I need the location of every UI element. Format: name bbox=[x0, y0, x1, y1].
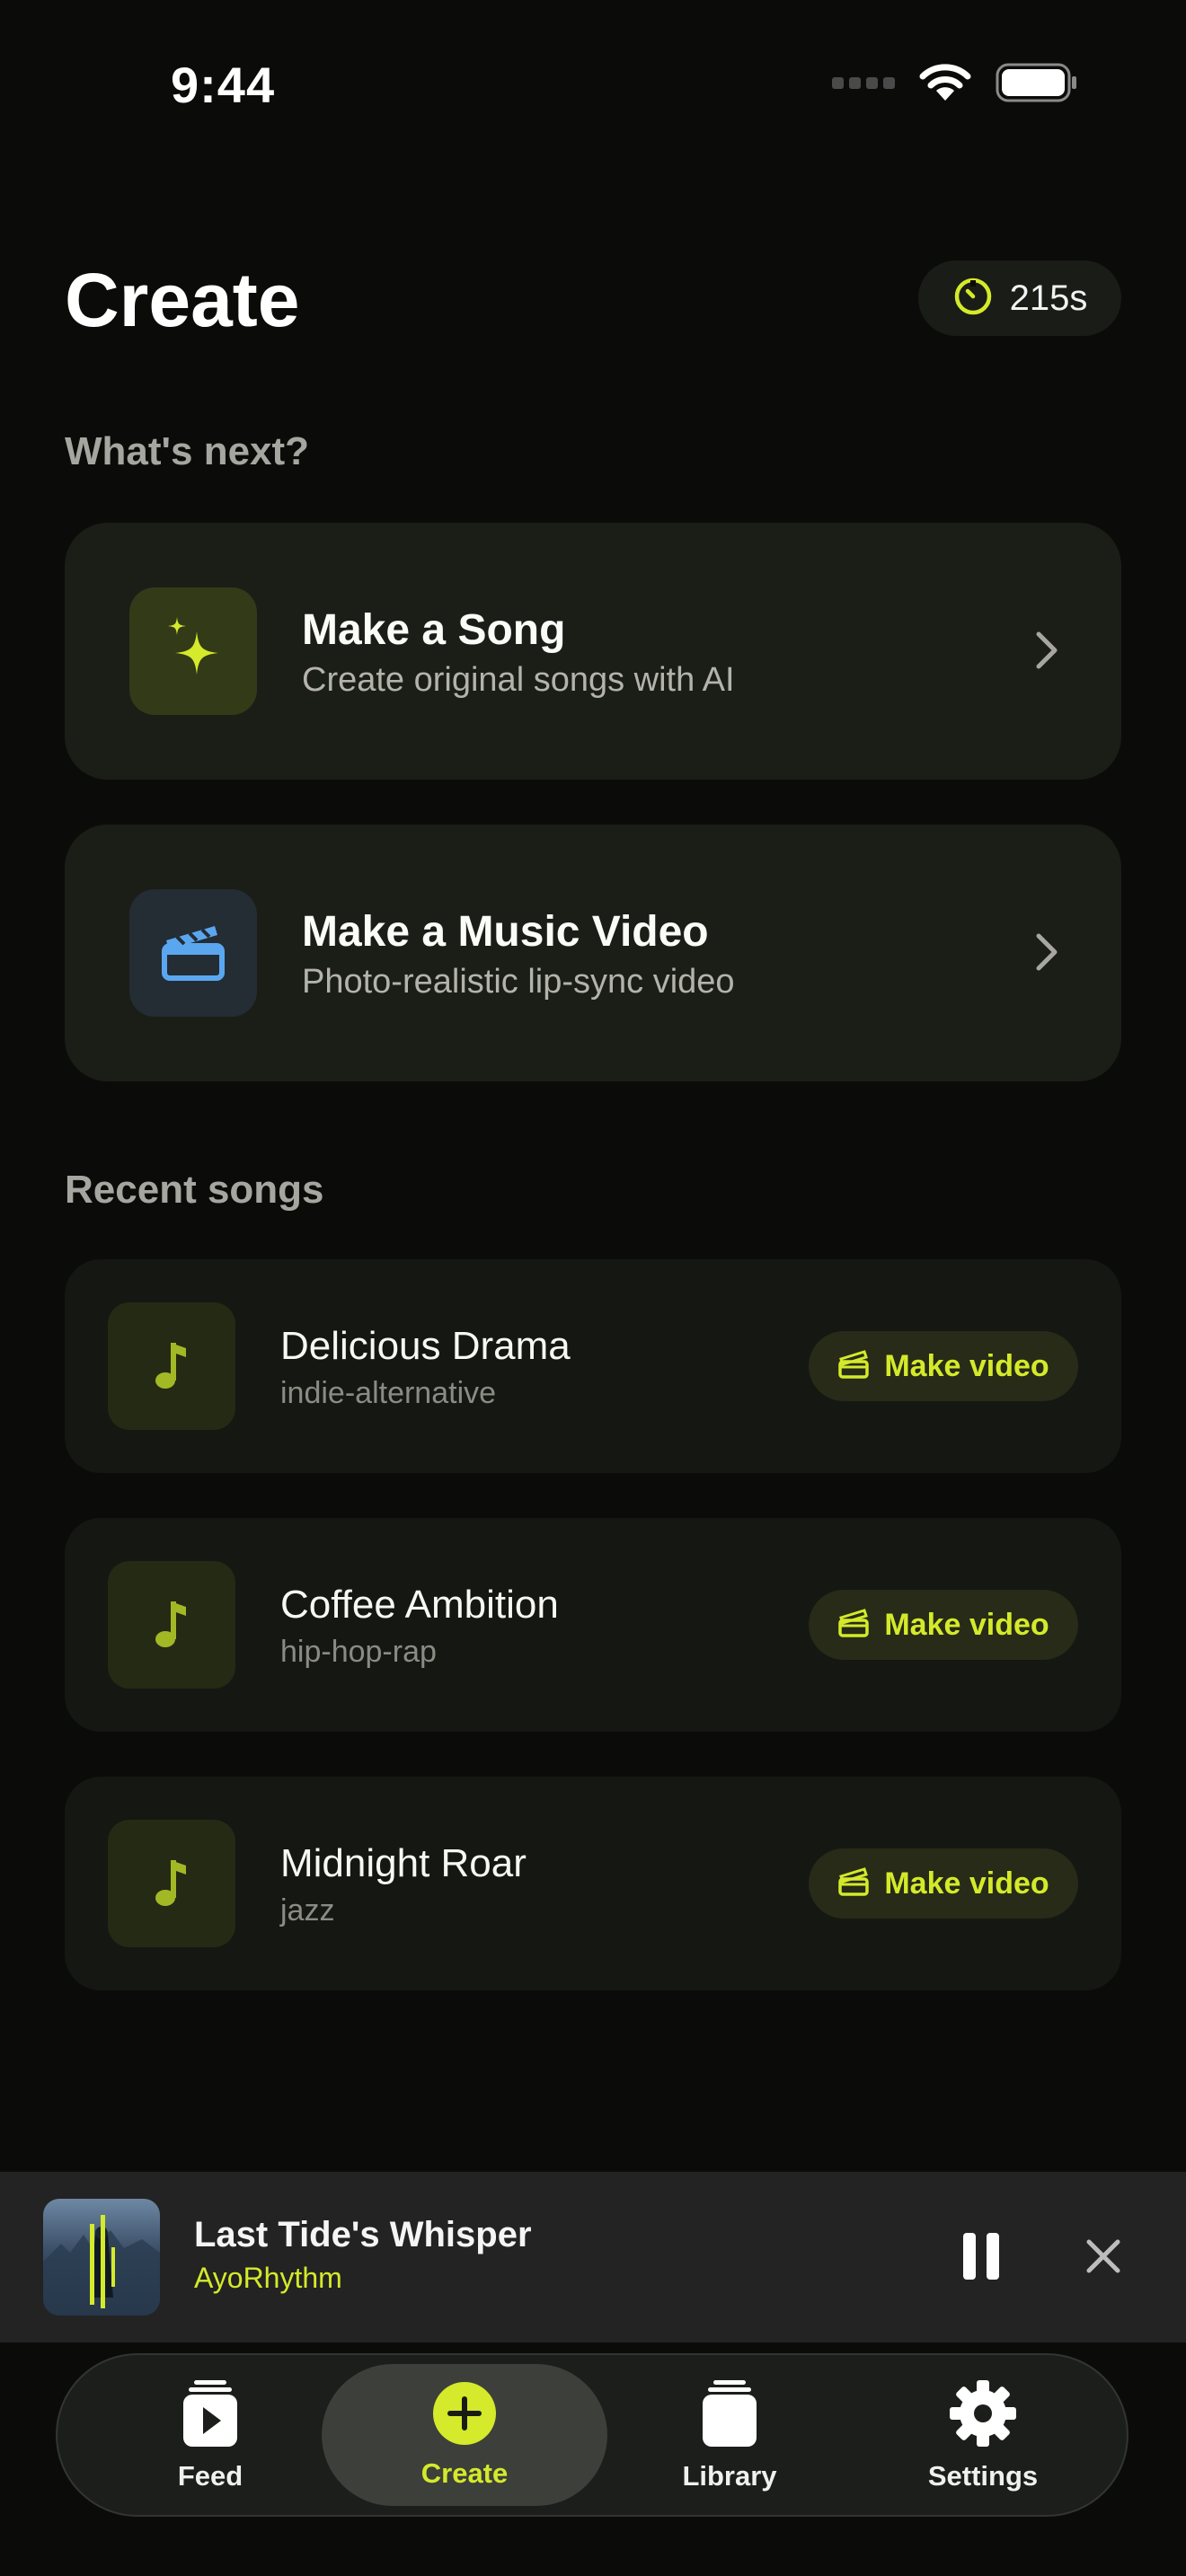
feed-icon bbox=[181, 2378, 239, 2453]
credits-badge[interactable]: 215s bbox=[918, 260, 1121, 336]
clapperboard-icon bbox=[837, 1349, 870, 1384]
make-video-button[interactable]: Make video bbox=[809, 1331, 1078, 1401]
music-note-icon bbox=[154, 1596, 190, 1654]
clapperboard-icon bbox=[161, 921, 226, 986]
timer-icon bbox=[952, 276, 994, 322]
chevron-right-icon bbox=[1033, 931, 1060, 978]
now-playing-artist[interactable]: AyoRhythm bbox=[194, 2262, 342, 2295]
make-video-label: Make video bbox=[884, 1348, 1049, 1383]
plus-circle-icon bbox=[432, 2381, 497, 2450]
song-genre: hip-hop-rap bbox=[280, 1635, 437, 1669]
make-video-subtitle: Photo-realistic lip-sync video bbox=[302, 963, 735, 1001]
music-note-icon bbox=[154, 1855, 190, 1913]
sparkle-icon bbox=[164, 616, 222, 686]
page-title: Create bbox=[65, 258, 300, 342]
whats-next-label: What's next? bbox=[65, 429, 310, 473]
song-genre: indie-alternative bbox=[280, 1376, 497, 1410]
song-title: Delicious Drama bbox=[280, 1324, 571, 1368]
make-song-subtitle: Create original songs with AI bbox=[302, 661, 735, 699]
song-title: Midnight Roar bbox=[280, 1841, 527, 1885]
song-row[interactable]: Coffee Ambition hip-hop-rap Make video bbox=[65, 1518, 1121, 1732]
pause-button[interactable] bbox=[958, 2231, 1005, 2281]
gear-icon bbox=[948, 2378, 1018, 2453]
tab-feed[interactable]: Feed bbox=[120, 2355, 300, 2515]
song-row[interactable]: Delicious Drama indie-alternative Make v… bbox=[65, 1259, 1121, 1473]
make-song-card[interactable]: Make a Song Create original songs with A… bbox=[65, 523, 1121, 780]
pause-icon bbox=[958, 2233, 1005, 2285]
make-video-button[interactable]: Make video bbox=[809, 1848, 1078, 1919]
tab-create[interactable]: Create bbox=[322, 2364, 607, 2506]
clapperboard-icon bbox=[837, 1608, 870, 1643]
chevron-right-icon bbox=[1033, 629, 1060, 676]
tab-settings[interactable]: Settings bbox=[884, 2355, 1082, 2515]
close-player-button[interactable] bbox=[1084, 2236, 1123, 2276]
credits-value: 215s bbox=[1009, 278, 1088, 318]
album-artwork bbox=[43, 2199, 160, 2316]
tab-create-label: Create bbox=[420, 2457, 509, 2489]
make-video-label: Make video bbox=[884, 1866, 1049, 1901]
song-thumbnail bbox=[108, 1561, 235, 1689]
tab-feed-label: Feed bbox=[177, 2459, 243, 2492]
recent-songs-label: Recent songs bbox=[65, 1168, 324, 1212]
cellular-signal-icon bbox=[832, 76, 895, 89]
close-icon bbox=[1084, 2239, 1123, 2280]
make-music-video-card[interactable]: Make a Music Video Photo-realistic lip-s… bbox=[65, 825, 1121, 1081]
make-song-title: Make a Song bbox=[302, 606, 566, 654]
song-thumbnail bbox=[108, 1302, 235, 1430]
tab-settings-label: Settings bbox=[927, 2459, 1039, 2492]
tab-bar: Feed Create Library Settings bbox=[56, 2353, 1128, 2517]
tab-library[interactable]: Library bbox=[631, 2355, 828, 2515]
status-icons bbox=[832, 63, 1078, 102]
song-row[interactable]: Midnight Roar jazz Make video bbox=[65, 1777, 1121, 1990]
library-icon bbox=[701, 2378, 758, 2453]
mini-player[interactable]: Last Tide's Whisper AyoRhythm bbox=[0, 2172, 1186, 2342]
song-thumbnail bbox=[108, 1820, 235, 1947]
music-note-icon bbox=[154, 1337, 190, 1396]
make-video-title: Make a Music Video bbox=[302, 908, 709, 956]
create-screen: 9:44 Create 215s What's next? Make a Son… bbox=[0, 0, 1186, 2576]
wifi-icon bbox=[918, 63, 972, 102]
song-title: Coffee Ambition bbox=[280, 1583, 559, 1627]
status-time: 9:44 bbox=[171, 57, 276, 113]
battery-icon bbox=[996, 63, 1078, 102]
tab-library-label: Library bbox=[682, 2459, 777, 2492]
make-video-button[interactable]: Make video bbox=[809, 1590, 1078, 1660]
make-video-label: Make video bbox=[884, 1607, 1049, 1642]
sparkle-icon-box bbox=[129, 587, 257, 715]
now-playing-title: Last Tide's Whisper bbox=[194, 2215, 532, 2254]
clapperboard-icon bbox=[837, 1866, 870, 1901]
clapperboard-icon-box bbox=[129, 889, 257, 1017]
song-genre: jazz bbox=[280, 1893, 335, 1928]
